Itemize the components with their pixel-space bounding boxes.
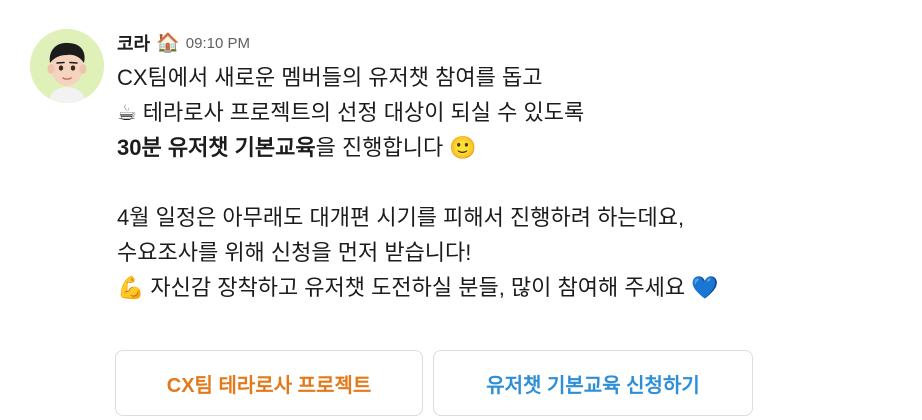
message-line: CX팀에서 새로운 멤버들의 유저챗 참여를 돕고 <box>117 65 543 90</box>
message-line: 30분 유저챗 기본교육을 진행합니다 🙂 <box>117 130 907 165</box>
message-content: 코라 🏠 09:10 PM CX팀에서 새로운 멤버들의 유저챗 참여를 돕고 … <box>117 28 907 305</box>
message-body: CX팀에서 새로운 멤버들의 유저챗 참여를 돕고 ☕ 테라로사 프로젝트의 선정… <box>117 60 907 305</box>
house-icon: 🏠 <box>156 32 180 54</box>
message-header: 코라 🏠 09:10 PM <box>117 28 907 58</box>
message-line: 💪 자신감 장착하고 유저챗 도전하실 분들, 많이 참여해 주세요 💙 <box>117 270 907 305</box>
message-line: 수요조사를 위해 신청을 먼저 받습니다! <box>117 240 472 265</box>
avatar[interactable] <box>30 29 104 103</box>
flexed-biceps-icon: 💪 <box>117 275 145 300</box>
coffee-icon: ☕ <box>117 100 137 125</box>
smile-icon: 🙂 <box>449 135 477 160</box>
message-text: 테라로사 프로젝트의 선정 대상이 되실 수 있도록 <box>142 100 585 125</box>
message-text: 을 진행합니다 <box>315 135 444 160</box>
message-line: ☕ 테라로사 프로젝트의 선정 대상이 되실 수 있도록 <box>117 95 907 130</box>
blue-heart-icon: 💙 <box>691 275 719 300</box>
timestamp[interactable]: 09:10 PM <box>186 35 250 52</box>
sender-name[interactable]: 코라 <box>117 30 150 56</box>
apply-training-button[interactable]: 유저챗 기본교육 신청하기 <box>433 350 753 416</box>
memoji-avatar-icon <box>30 29 104 103</box>
action-buttons: CX팀 테라로사 프로젝트 유저챗 기본교육 신청하기 <box>115 350 753 416</box>
chat-message: 코라 🏠 09:10 PM CX팀에서 새로운 멤버들의 유저챗 참여를 돕고 … <box>0 0 922 420</box>
bold-text: 30분 유저챗 기본교육 <box>117 135 316 160</box>
project-button[interactable]: CX팀 테라로사 프로젝트 <box>115 350 423 416</box>
message-text: 자신감 장착하고 유저챗 도전하실 분들, 많이 참여해 주세요 <box>150 275 686 300</box>
message-line: 4월 일정은 아무래도 대개편 시기를 피해서 진행하려 하는데요, <box>117 205 685 230</box>
